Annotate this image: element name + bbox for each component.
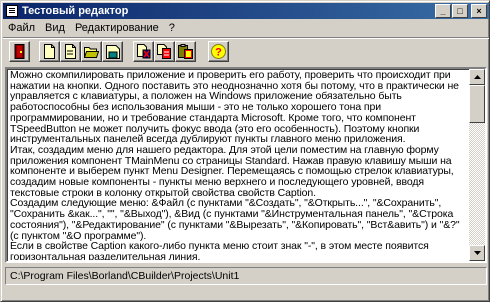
svg-text:?: ? [215, 47, 222, 59]
open-button[interactable] [81, 41, 102, 62]
arrow-down-icon [473, 251, 481, 255]
open-folder-icon [84, 47, 99, 58]
exit-door-icon [14, 44, 25, 59]
vertical-scrollbar[interactable] [469, 69, 485, 261]
window-controls: _ □ × [434, 4, 487, 18]
copy-button[interactable] [154, 41, 175, 62]
new-document-button[interactable] [60, 41, 81, 62]
arrow-up-icon [473, 75, 481, 79]
minimize-button[interactable]: _ [435, 4, 451, 18]
editor-content[interactable]: Можно скомпилировать приложение и провер… [10, 70, 468, 260]
menu-file[interactable]: Файл [3, 21, 40, 36]
scroll-up-button[interactable] [469, 69, 485, 85]
cut-button[interactable] [133, 41, 154, 62]
status-bar: C:\Program Files\Borland\CBuilder\Projec… [5, 267, 487, 285]
notepad-icon [6, 5, 18, 17]
new-button[interactable] [39, 41, 60, 62]
copy-icon [157, 44, 171, 59]
maximize-button[interactable]: □ [452, 4, 468, 18]
new-file-icon [65, 44, 76, 59]
close-button[interactable]: × [471, 4, 487, 18]
save-button[interactable] [102, 41, 123, 62]
new-file-icon [44, 44, 55, 59]
menu-edit[interactable]: Редактирование [70, 21, 164, 36]
cut-icon [137, 44, 151, 59]
title-bar[interactable]: Тестовый редактор _ □ × [3, 3, 489, 19]
text-editor[interactable]: Можно скомпилировать приложение и провер… [5, 67, 487, 263]
help-icon: ? [211, 44, 226, 59]
window-title: Тестовый редактор [22, 5, 129, 17]
exit-button[interactable] [9, 41, 30, 62]
main-window: Тестовый редактор _ □ × Файл Вид Редакти… [0, 0, 490, 302]
toolbar: ? [3, 39, 489, 65]
scroll-down-button[interactable] [469, 245, 485, 261]
menu-view[interactable]: Вид [40, 21, 70, 36]
menu-bar: Файл Вид Редактирование ? [3, 20, 489, 37]
paste-button[interactable] [175, 41, 196, 62]
menu-help[interactable]: ? [164, 21, 180, 36]
paste-icon [178, 44, 193, 59]
about-button[interactable]: ? [208, 41, 229, 62]
save-icon [105, 44, 120, 59]
scroll-thumb[interactable] [469, 85, 485, 123]
